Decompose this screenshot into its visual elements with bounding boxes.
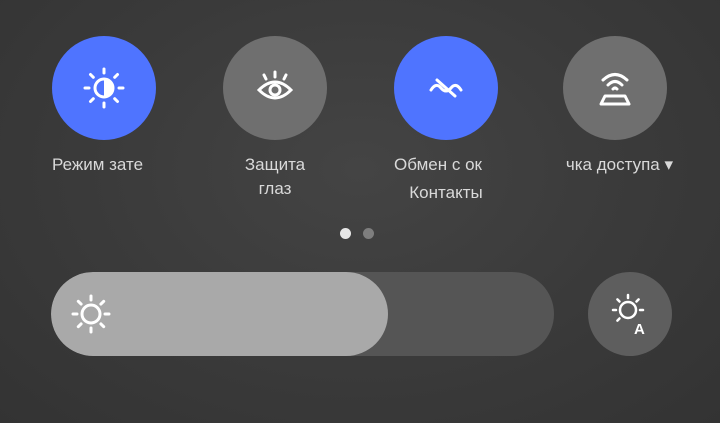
share-wave-icon	[429, 78, 463, 98]
tile-label: Обмен с ок	[394, 155, 482, 174]
tile-label: чка доступа ▾	[565, 155, 673, 174]
tile-nearby-share[interactable]: Обмен с ок Контакты	[394, 36, 514, 206]
tile-sublabel: глаз	[258, 179, 292, 198]
tile-label: Защита	[244, 155, 306, 174]
hotspot-icon	[599, 73, 631, 106]
tile-label: Режим зате	[52, 155, 144, 174]
page-dot[interactable]	[363, 228, 374, 239]
hotspot-toggle[interactable]	[563, 36, 667, 140]
auto-brightness-icon: A	[611, 293, 645, 336]
dark-mode-toggle[interactable]	[52, 36, 156, 140]
tile-eye-protection[interactable]: Защита глаз	[223, 36, 343, 206]
brightness-slider[interactable]	[51, 272, 554, 356]
eye-icon	[256, 70, 294, 100]
brightness-contrast-icon	[83, 67, 125, 109]
page-indicator	[340, 228, 374, 239]
tile-dark-mode[interactable]: Режим зате	[52, 36, 172, 206]
sun-icon	[71, 294, 111, 334]
tile-sublabel: Контакты	[409, 183, 483, 202]
svg-text:A: A	[634, 321, 645, 336]
eye-protection-toggle[interactable]	[223, 36, 327, 140]
tile-hotspot[interactable]: чка доступа ▾	[563, 36, 683, 206]
auto-brightness-button[interactable]: A	[588, 272, 672, 356]
nearby-share-toggle[interactable]	[394, 36, 498, 140]
quick-settings-panel: Режим зате Защита глаз Обмен с ок Контак…	[0, 0, 720, 423]
page-dot-active[interactable]	[340, 228, 351, 239]
